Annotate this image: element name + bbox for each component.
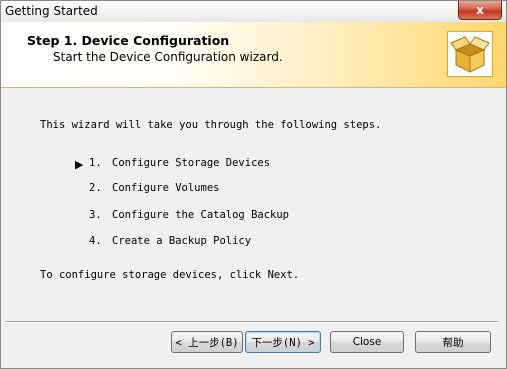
step-item-catalog-backup: 3. Configure the Catalog Backup (75, 209, 335, 225)
step-item-volumes: 2. Configure Volumes (75, 182, 335, 198)
step-label: Configure Storage Devices (112, 157, 271, 169)
step-label: Configure Volumes (112, 182, 220, 194)
step-number: 4. (89, 235, 102, 247)
step-label: Create a Backup Policy (112, 235, 252, 247)
help-button[interactable]: 帮助 (415, 331, 491, 353)
back-button[interactable]: < 上一步(B) (171, 331, 243, 353)
window-title: Getting Started (5, 4, 98, 18)
step-item-storage-devices: ▶ 1. Configure Storage Devices (75, 157, 335, 173)
intro-text: This wizard will take you through the fo… (40, 119, 382, 131)
close-icon: x (476, 3, 484, 17)
step-title: Step 1. Device Configuration (27, 33, 230, 48)
current-step-arrow-icon: ▶ (75, 158, 84, 171)
next-button[interactable]: 下一步(N) > (245, 331, 321, 353)
footer-divider (5, 321, 499, 323)
open-box-icon (447, 31, 493, 77)
step-number: 2. (89, 182, 102, 194)
step-number: 1. (89, 157, 102, 169)
step-subtitle: Start the Device Configuration wizard. (53, 50, 283, 64)
close-button[interactable]: Close (330, 331, 404, 353)
step-item-backup-policy: 4. Create a Backup Policy (75, 235, 335, 251)
wizard-window: Getting Started x Step 1. Device Configu… (0, 0, 507, 369)
step-number: 3. (89, 209, 102, 221)
window-close-button[interactable]: x (458, 1, 502, 20)
instruction-text: To configure storage devices, click Next… (40, 269, 300, 281)
step-label: Configure the Catalog Backup (112, 209, 290, 221)
title-bar[interactable]: Getting Started x (1, 1, 506, 22)
wizard-header: Step 1. Device Configuration Start the D… (1, 22, 506, 88)
